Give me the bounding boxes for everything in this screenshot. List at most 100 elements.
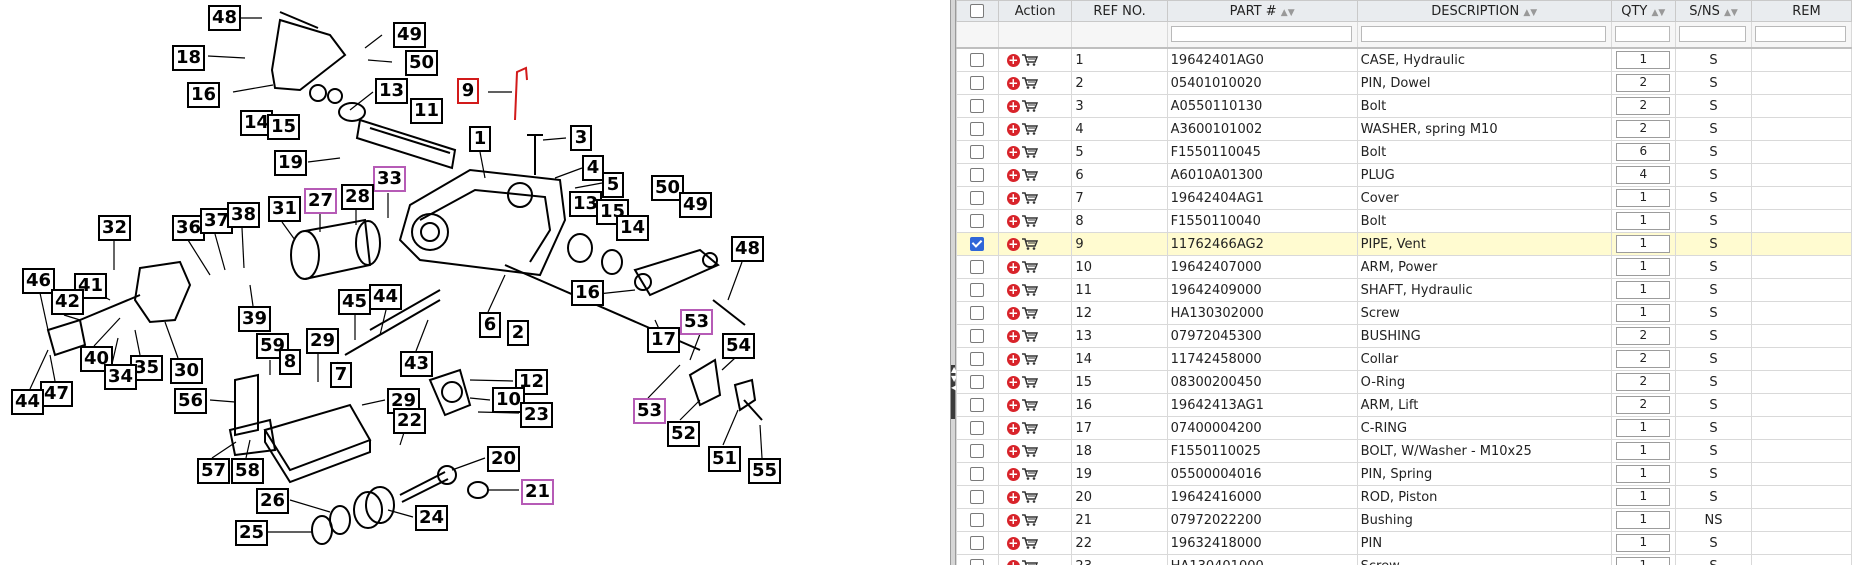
- qty-input[interactable]: 1: [1616, 419, 1671, 437]
- row-checkbox[interactable]: [970, 352, 985, 366]
- sort-icon[interactable]: ▲▼: [1281, 8, 1295, 18]
- row-select-cell[interactable]: [956, 232, 999, 256]
- qty-input[interactable]: 1: [1616, 304, 1671, 322]
- qty-input[interactable]: 1: [1616, 212, 1671, 230]
- add-to-cart-button[interactable]: +: [1006, 467, 1038, 481]
- sort-icon[interactable]: ▲▼: [1652, 8, 1666, 18]
- row-select-cell[interactable]: [956, 255, 999, 279]
- row-select-cell[interactable]: [956, 117, 999, 141]
- qty-input[interactable]: 1: [1616, 557, 1671, 565]
- callout-44[interactable]: 44: [11, 389, 45, 415]
- table-row[interactable]: +8 F1550110040 Bolt 1 S: [956, 209, 1852, 233]
- qty-input[interactable]: 1: [1616, 442, 1671, 460]
- callout-1[interactable]: 1: [469, 126, 491, 152]
- callout-7[interactable]: 7: [330, 362, 352, 388]
- callout-55[interactable]: 55: [748, 458, 782, 484]
- table-row[interactable]: +13 07972045300 BUSHING 2 S: [956, 324, 1852, 348]
- add-to-cart-button[interactable]: +: [1006, 536, 1038, 550]
- column-header-sns[interactable]: S/NS ▲▼: [1674, 0, 1753, 22]
- callout-52[interactable]: 52: [667, 421, 701, 447]
- add-to-cart-button[interactable]: +: [1006, 329, 1038, 343]
- row-checkbox[interactable]: [970, 536, 985, 550]
- table-row[interactable]: +20 19642416000 ROD, Piston 1 S: [956, 485, 1852, 509]
- table-row[interactable]: +5 F1550110045 Bolt 6 S: [956, 140, 1852, 164]
- row-select-cell[interactable]: [956, 324, 999, 348]
- add-to-cart-button[interactable]: +: [1006, 421, 1038, 435]
- add-to-cart-button[interactable]: +: [1006, 398, 1038, 412]
- callout-2[interactable]: 2: [507, 320, 529, 346]
- table-row[interactable]: +23HA130401000Screw 1S: [956, 554, 1852, 565]
- qty-input[interactable]: 1: [1616, 465, 1671, 483]
- callout-39[interactable]: 39: [238, 306, 272, 332]
- callout-9[interactable]: 9: [457, 78, 479, 104]
- row-checkbox[interactable]: [970, 122, 985, 136]
- row-checkbox[interactable]: [970, 237, 985, 251]
- add-to-cart-button[interactable]: +: [1006, 237, 1038, 251]
- callout-20[interactable]: 20: [487, 446, 521, 472]
- row-select-cell[interactable]: [956, 439, 999, 463]
- row-checkbox[interactable]: [970, 283, 985, 297]
- row-checkbox[interactable]: [970, 191, 985, 205]
- row-checkbox[interactable]: [970, 306, 985, 320]
- callout-33[interactable]: 33: [373, 166, 407, 192]
- row-checkbox[interactable]: [970, 467, 985, 481]
- row-select-cell[interactable]: [956, 485, 999, 509]
- callout-16[interactable]: 16: [187, 82, 221, 108]
- qty-input[interactable]: 2: [1616, 396, 1671, 414]
- collapse-grip-icon[interactable]: ▲ ▼ ◀: [951, 365, 957, 419]
- row-select-cell[interactable]: [956, 140, 999, 164]
- rem-filter-input[interactable]: [1755, 26, 1846, 43]
- column-header-part[interactable]: PART # ▲▼: [1166, 0, 1358, 22]
- add-to-cart-button[interactable]: +: [1006, 352, 1038, 366]
- row-checkbox[interactable]: [970, 214, 985, 228]
- table-row[interactable]: +10 19642407000 ARM, Power 1 S: [956, 255, 1852, 279]
- qty-input[interactable]: 1: [1616, 488, 1671, 506]
- table-row[interactable]: +11 19642409000 SHAFT, Hydraulic 1 S: [956, 278, 1852, 302]
- callout-32[interactable]: 32: [98, 215, 132, 241]
- callout-18[interactable]: 18: [172, 45, 206, 71]
- table-row[interactable]: +22 19632418000 PIN 1 S: [956, 531, 1852, 555]
- add-to-cart-button[interactable]: +: [1006, 283, 1038, 297]
- row-checkbox[interactable]: [970, 559, 985, 565]
- sns-filter-input[interactable]: [1678, 26, 1747, 43]
- table-row[interactable]: +15 08300200450 O-Ring 2 S: [956, 370, 1852, 394]
- table-row[interactable]: +12 HA130302000 Screw 1 S: [956, 301, 1852, 325]
- callout-29[interactable]: 29: [306, 328, 340, 354]
- row-select-cell[interactable]: [956, 347, 999, 371]
- row-checkbox[interactable]: [970, 145, 985, 159]
- column-header-ref[interactable]: REF NO.: [1071, 0, 1168, 22]
- description-filter-input[interactable]: [1360, 26, 1606, 43]
- row-checkbox[interactable]: [970, 398, 985, 412]
- callout-48[interactable]: 48: [208, 5, 242, 31]
- add-to-cart-button[interactable]: +: [1006, 214, 1038, 228]
- qty-input[interactable]: 2: [1616, 350, 1671, 368]
- callout-28[interactable]: 28: [341, 184, 375, 210]
- callout-38[interactable]: 38: [227, 202, 261, 228]
- qty-input[interactable]: 1: [1616, 189, 1671, 207]
- callout-13[interactable]: 13: [375, 78, 409, 104]
- row-select-cell[interactable]: [956, 508, 999, 532]
- callout-54[interactable]: 54: [722, 333, 756, 359]
- qty-input[interactable]: 1: [1616, 258, 1671, 276]
- add-to-cart-button[interactable]: +: [1006, 490, 1038, 504]
- callout-27[interactable]: 27: [304, 188, 338, 214]
- row-select-cell[interactable]: [956, 186, 999, 210]
- table-row[interactable]: +21 07972022200 Bushing 1 NS: [956, 508, 1852, 532]
- callout-30[interactable]: 30: [170, 358, 204, 384]
- row-checkbox[interactable]: [970, 444, 985, 458]
- callout-53[interactable]: 53: [680, 309, 714, 335]
- table-row[interactable]: +7 19642404AG1 Cover 1 S: [956, 186, 1852, 210]
- sort-icon[interactable]: ▲▼: [1724, 8, 1738, 18]
- add-to-cart-button[interactable]: +: [1006, 559, 1038, 565]
- callout-3[interactable]: 3: [570, 125, 592, 151]
- callout-11[interactable]: 11: [410, 98, 444, 124]
- row-select-cell[interactable]: [956, 209, 999, 233]
- row-checkbox[interactable]: [970, 53, 985, 67]
- table-row[interactable]: +2 05401010020 PIN, Dowel 2 S: [956, 71, 1852, 95]
- callout-43[interactable]: 43: [400, 351, 434, 377]
- table-row[interactable]: +4 A3600101002 WASHER, spring M10 2 S: [956, 117, 1852, 141]
- callout-15[interactable]: 15: [267, 114, 301, 140]
- callout-4[interactable]: 4: [582, 155, 604, 181]
- table-row[interactable]: +1 19642401AG0 CASE, Hydraulic 1 S: [956, 47, 1852, 72]
- callout-16[interactable]: 16: [571, 280, 605, 306]
